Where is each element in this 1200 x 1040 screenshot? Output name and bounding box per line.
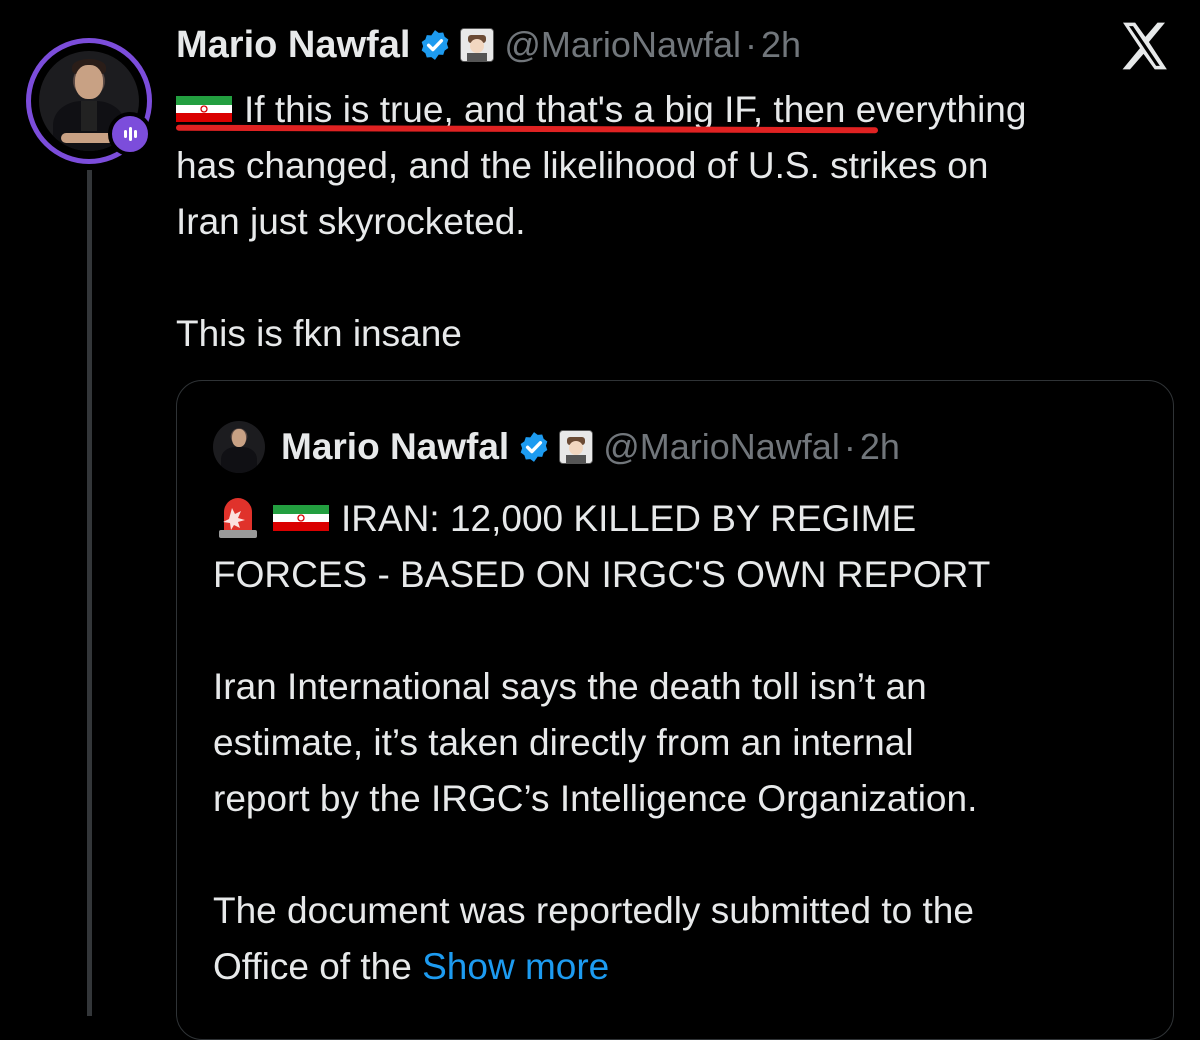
tweet-text-rest: has changed, and the likelihood of U.S. … bbox=[176, 145, 989, 354]
quoted-tweet-card[interactable]: Mario Nawfal @MarioNawfal · 2h IRAN: 12,… bbox=[176, 380, 1174, 1040]
quoted-headline-line1: IRAN: 12,000 KILLED BY REGIME bbox=[341, 498, 917, 539]
quoted-tweet-text: IRAN: 12,000 KILLED BY REGIME FORCES - B… bbox=[213, 491, 1153, 995]
author-name[interactable]: Mario Nawfal bbox=[176, 24, 410, 67]
affiliate-badge-icon[interactable] bbox=[559, 430, 594, 464]
quoted-author-handle[interactable]: @MarioNawfal bbox=[603, 426, 840, 468]
author-handle[interactable]: @MarioNawfal bbox=[504, 24, 741, 66]
quoted-timestamp[interactable]: 2h bbox=[860, 426, 900, 468]
tweet-timestamp[interactable]: 2h bbox=[761, 24, 801, 66]
quoted-headline-line2: FORCES - BASED ON IRGC'S OWN REPORT bbox=[213, 554, 991, 595]
verified-badge-icon bbox=[422, 30, 449, 60]
thread-line bbox=[87, 170, 92, 1016]
quoted-author-avatar[interactable] bbox=[213, 421, 265, 473]
separator-dot: · bbox=[843, 426, 856, 467]
quoted-body: Iran International says the death toll i… bbox=[213, 666, 978, 987]
verified-badge-icon bbox=[520, 432, 548, 462]
audio-space-icon[interactable] bbox=[108, 112, 152, 156]
tweet-text: If this is true, and that's a big IF, th… bbox=[176, 82, 1186, 362]
quoted-author-name[interactable]: Mario Nawfal bbox=[281, 426, 509, 468]
show-more-link[interactable]: Show more bbox=[422, 946, 609, 987]
iran-flag-icon bbox=[273, 505, 329, 532]
siren-icon bbox=[219, 498, 257, 539]
separator-dot: · bbox=[745, 24, 757, 65]
tweet-header: Mario Nawfal @MarioNawfal · 2h bbox=[176, 20, 801, 70]
iran-flag-icon bbox=[176, 96, 232, 123]
tweet-text-line1: If this is true, and that's a big IF, th… bbox=[244, 89, 1027, 130]
quoted-tweet-header: Mario Nawfal @MarioNawfal · 2h bbox=[213, 421, 900, 473]
affiliate-badge-icon[interactable] bbox=[460, 28, 495, 62]
x-logo-icon[interactable] bbox=[1116, 18, 1172, 74]
